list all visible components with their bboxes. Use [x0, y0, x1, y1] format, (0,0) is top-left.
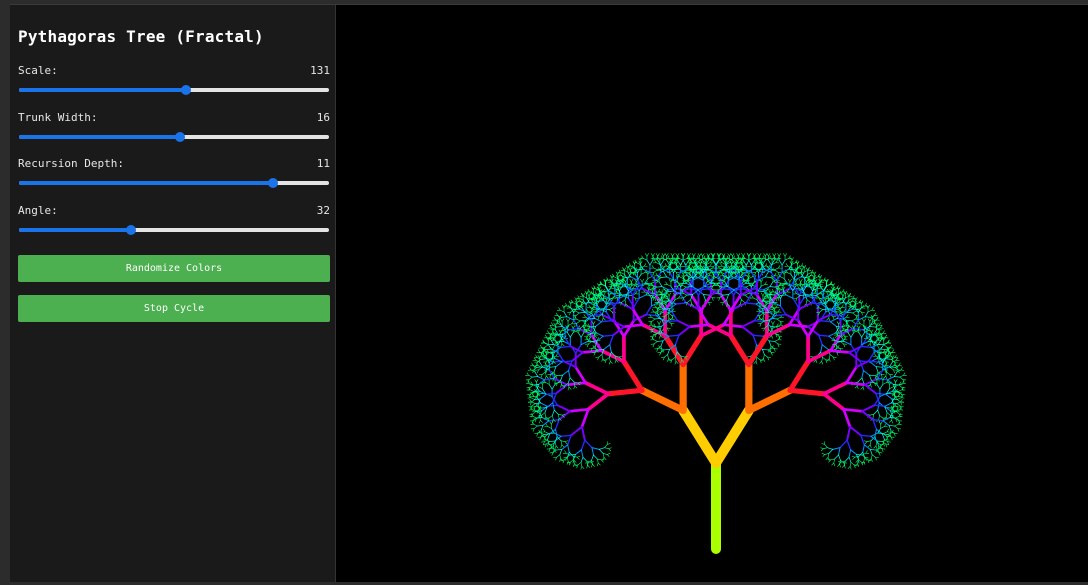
recursion-depth-value: 11 [316, 157, 330, 170]
stop-cycle-button[interactable]: Stop Cycle [18, 295, 330, 322]
scale-value: 131 [310, 64, 330, 77]
angle-slider[interactable] [19, 225, 329, 235]
scale-label: Scale: [18, 64, 58, 77]
recursion-depth-slider[interactable] [19, 178, 329, 188]
trunk-width-slider[interactable] [19, 132, 329, 142]
window-frame: Pythagoras Tree (Fractal) Scale: 131 Tru… [0, 0, 1088, 585]
pythagoras-tree-drawing [525, 253, 907, 554]
recursion-depth-slider-fill [19, 181, 274, 185]
trunk-width-slider-fill [19, 135, 181, 139]
scale-slider-thumb[interactable] [181, 85, 192, 95]
recursion-depth-label: Recursion Depth: [18, 157, 124, 170]
angle-value: 32 [316, 204, 330, 217]
angle-slider-fill [19, 228, 131, 232]
trunk-width-slider-thumb[interactable] [175, 132, 186, 142]
panel-title: Pythagoras Tree (Fractal) [18, 27, 264, 46]
tree-branches [525, 253, 907, 554]
angle-slider-thumb[interactable] [125, 225, 136, 235]
scale-slider-fill [19, 88, 187, 92]
fractal-canvas[interactable] [336, 5, 1088, 582]
app: Pythagoras Tree (Fractal) Scale: 131 Tru… [10, 4, 1088, 582]
scale-slider[interactable] [19, 85, 329, 95]
recursion-depth-slider-thumb[interactable] [268, 178, 279, 188]
randomize-colors-button[interactable]: Randomize Colors [18, 255, 330, 282]
trunk-width-label: Trunk Width: [18, 111, 98, 124]
angle-label: Angle: [18, 204, 58, 217]
trunk-width-value: 16 [316, 111, 330, 124]
control-panel: Pythagoras Tree (Fractal) Scale: 131 Tru… [10, 5, 336, 582]
